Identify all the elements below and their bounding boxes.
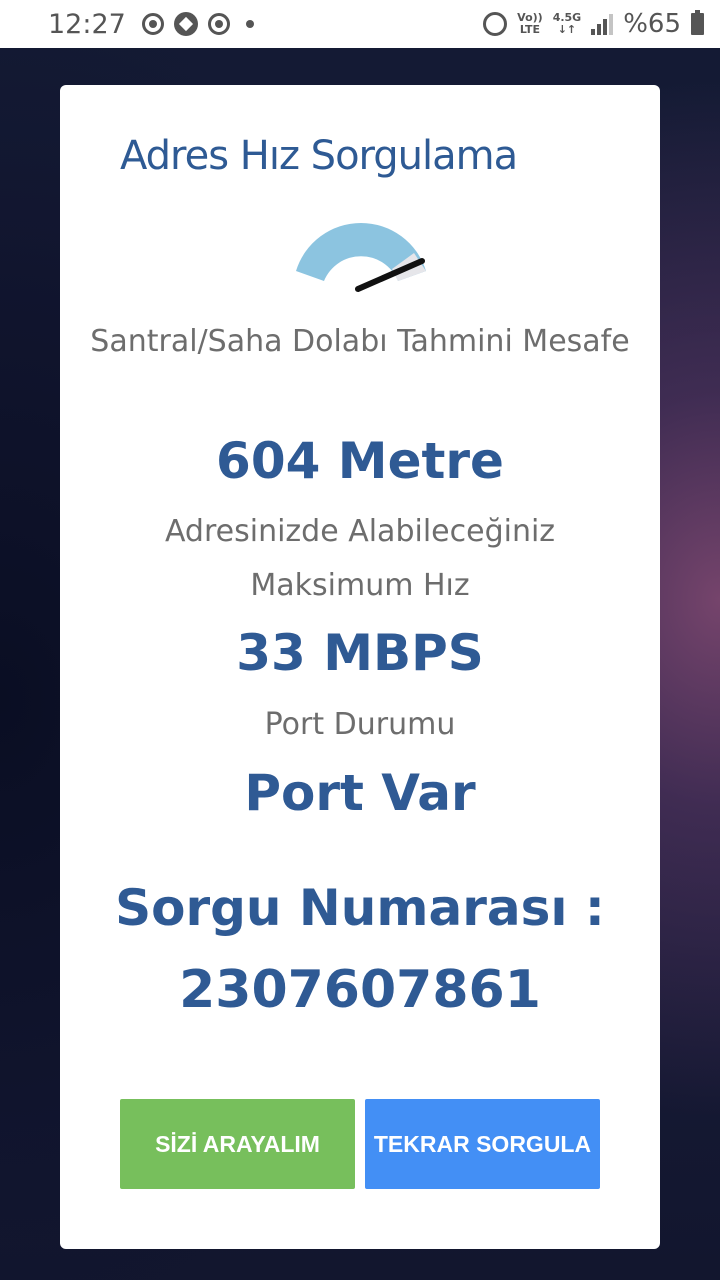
query-number-value: 2307607861 bbox=[179, 960, 541, 1020]
soccer-ball-icon bbox=[173, 12, 198, 36]
volte-indicator: Vo)) LTE bbox=[517, 12, 543, 36]
data-arrows-icon: ↓↑ bbox=[557, 23, 577, 36]
port-status-label: Port Durumu bbox=[264, 707, 456, 742]
signal-bar bbox=[597, 24, 602, 35]
page-title: Adres Hız Sorgulama bbox=[120, 133, 518, 179]
max-speed-value: 33 MBPS bbox=[236, 624, 484, 682]
distance-value: 604 Metre bbox=[216, 432, 504, 490]
port-status-value: Port Var bbox=[244, 764, 476, 822]
app-notification-icon bbox=[207, 13, 230, 35]
status-time: 12:27 bbox=[48, 8, 126, 40]
distance-label: Santral/Saha Dolabı Tahmini Mesafe bbox=[90, 324, 630, 359]
query-number-label: Sorgu Numarası : bbox=[115, 879, 605, 937]
result-card: Adres Hız Sorgulama Santral/Saha Dolabı … bbox=[60, 85, 660, 1249]
speedometer-gauge-icon bbox=[296, 222, 426, 292]
signal-bar bbox=[591, 29, 596, 35]
network-type-indicator: 4.5G ↓↑ bbox=[553, 12, 582, 36]
signal-bar bbox=[603, 19, 608, 35]
query-again-button[interactable]: TEKRAR SORGULA bbox=[365, 1099, 600, 1189]
screen: 12:27 Vo)) LTE 4.5G ↓↑ %65 Adres Hız Sor… bbox=[0, 0, 720, 1280]
more-notifications-dot-icon bbox=[245, 20, 254, 28]
status-right-group: Vo)) LTE 4.5G ↓↑ %65 bbox=[483, 9, 704, 39]
alarm-icon bbox=[483, 12, 508, 36]
battery-icon bbox=[691, 10, 704, 35]
battery-percent: %65 bbox=[623, 9, 681, 39]
call-me-button[interactable]: SİZİ ARAYALIM bbox=[120, 1099, 355, 1189]
status-bar: 12:27 Vo)) LTE 4.5G ↓↑ %65 bbox=[0, 0, 720, 48]
max-speed-label: Adresinizde Alabileceğiniz Maksimum Hız bbox=[164, 514, 556, 603]
signal-strength-icon bbox=[591, 13, 614, 35]
sync-app-icon bbox=[141, 13, 164, 35]
signal-bar bbox=[609, 14, 614, 35]
volte-bottom-text: LTE bbox=[519, 23, 541, 36]
